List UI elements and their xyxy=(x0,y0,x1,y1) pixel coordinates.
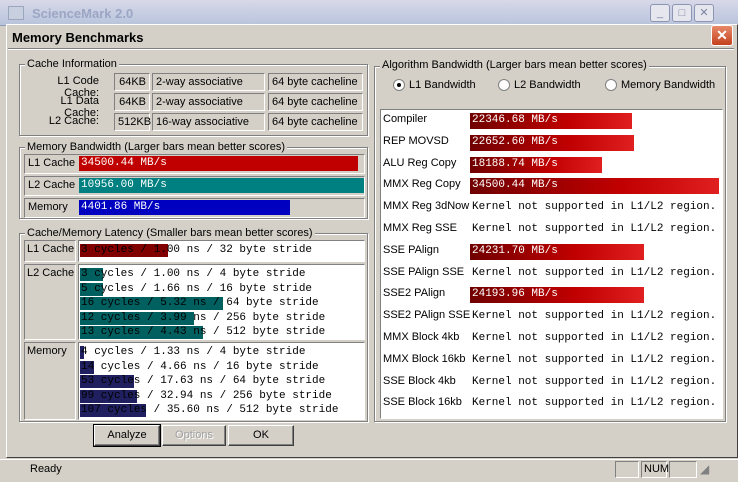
dialog-close-button[interactable]: ✕ xyxy=(711,25,733,46)
maximize-icon[interactable]: □ xyxy=(672,4,692,22)
latency-line: 107 cycles / 35.60 ns / 512 byte stride xyxy=(81,404,339,417)
cache-info-title: Cache Information xyxy=(25,58,119,70)
bandwidth-row-label: L1 Cache xyxy=(28,157,76,169)
algorithm-value: 34500.44 MB/s xyxy=(472,179,558,191)
title-divider xyxy=(8,48,734,50)
bandwidth-value: 34500.44 MB/s xyxy=(81,157,167,169)
algorithm-value: 24193.96 MB/s xyxy=(472,288,558,300)
algorithm-value: Kernel not supported in L1/L2 region. xyxy=(472,332,717,344)
status-cell-scrl xyxy=(669,461,697,478)
latency-group-label: L2 Cache xyxy=(27,267,75,279)
algorithm-row-label: MMX Reg SSE xyxy=(383,222,457,234)
algorithm-row-label: MMX Reg Copy xyxy=(383,178,461,190)
algorithm-results-panel xyxy=(380,109,723,419)
bandwidth-radio-label: L2 Bandwidth xyxy=(514,79,581,91)
algorithm-row-label: SSE Block 16kb xyxy=(383,396,462,408)
algorithm-value: Kernel not supported in L1/L2 region. xyxy=(472,267,717,279)
algorithm-row-label: Compiler xyxy=(383,113,428,125)
latency-line: 14 cycles / 4.66 ns / 16 byte stride xyxy=(81,360,319,373)
algorithm-row-label: ALU Reg Copy xyxy=(383,157,457,169)
dialog-title: Memory Benchmarks xyxy=(12,30,144,45)
algorithm-bandwidth-title: Algorithm Bandwidth (Larger bars mean be… xyxy=(380,59,649,71)
algorithm-value: 22652.60 MB/s xyxy=(472,136,558,148)
bandwidth-row-label: L2 Cache xyxy=(28,179,76,191)
latency-line: 12 cycles / 3.99 ns / 256 byte stride xyxy=(81,311,326,324)
bandwidth-value: 4401.86 MB/s xyxy=(81,201,161,213)
cache-line-field: 64 byte cacheline xyxy=(268,113,363,131)
algorithm-value: Kernel not supported in L1/L2 region. xyxy=(472,376,717,388)
status-cell-caps xyxy=(615,461,639,478)
algorithm-value: 24231.70 MB/s xyxy=(472,245,558,257)
algorithm-row-label: MMX Reg 3dNow xyxy=(383,200,470,212)
memory-bandwidth-title: Memory Bandwidth (Larger bars mean bette… xyxy=(25,141,287,153)
algorithm-row-label: REP MOVSD xyxy=(383,135,449,147)
status-cell-num: NUM xyxy=(641,461,669,478)
latency-line: 53 cycles / 17.63 ns / 64 byte stride xyxy=(81,375,326,388)
cache-assoc-field: 2-way associative xyxy=(152,93,265,111)
algorithm-row-label: SSE2 PAlign SSE xyxy=(383,309,471,321)
algorithm-value: 18188.74 MB/s xyxy=(472,158,558,170)
latency-group-label: Memory xyxy=(27,345,67,357)
analyze-button[interactable]: Analyze xyxy=(93,424,161,447)
algorithm-value: Kernel not supported in L1/L2 region. xyxy=(472,397,717,409)
algorithm-row-label: SSE2 PAlign xyxy=(383,287,446,299)
algorithm-row-label: SSE PAlign xyxy=(383,244,440,256)
algorithm-value: Kernel not supported in L1/L2 region. xyxy=(472,354,717,366)
radio-icon xyxy=(605,79,617,91)
latency-line: 3 cycles / 1.00 ns / 4 byte stride xyxy=(81,268,306,280)
algorithm-value: Kernel not supported in L1/L2 region. xyxy=(472,201,717,213)
cache-row-label: L2 Cache: xyxy=(48,115,99,127)
resize-grip-icon[interactable]: ◢ xyxy=(700,462,714,478)
latency-title: Cache/Memory Latency (Smaller bars mean … xyxy=(25,227,315,239)
cache-size-field: 64KB xyxy=(114,93,150,111)
algorithm-value: Kernel not supported in L1/L2 region. xyxy=(472,223,717,235)
bandwidth-row-label: Memory xyxy=(28,201,68,213)
cache-size-field: 64KB xyxy=(114,73,150,91)
latency-line: 13 cycles / 4.43 ns / 512 byte stride xyxy=(81,326,326,339)
latency-line: 16 cycles / 5.32 ns / 64 byte stride xyxy=(81,297,319,310)
app-icon xyxy=(8,6,24,20)
options-button[interactable]: Options xyxy=(162,425,226,446)
close-icon[interactable]: ✕ xyxy=(694,4,714,22)
bandwidth-radio-label: Memory Bandwidth xyxy=(621,79,716,91)
app-title: ScienceMark 2.0 xyxy=(32,6,134,21)
algorithm-row-label: MMX Block 4kb xyxy=(383,331,460,343)
latency-line: 3 cycles / 1.00 ns / 32 byte stride xyxy=(81,244,313,256)
close-icon: ✕ xyxy=(716,27,728,43)
ok-button[interactable]: OK xyxy=(228,425,294,446)
algorithm-row-label: MMX Block 16kb xyxy=(383,353,466,365)
radio-icon xyxy=(498,79,510,91)
latency-group-label: L1 Cache xyxy=(27,243,75,255)
cache-assoc-field: 2-way associative xyxy=(152,73,265,91)
bandwidth-value: 10956.00 MB/s xyxy=(81,179,167,191)
algorithm-value: 22346.68 MB/s xyxy=(472,114,558,126)
latency-line: 5 cycles / 1.66 ns / 16 byte stride xyxy=(81,282,313,295)
cache-line-field: 64 byte cacheline xyxy=(268,93,363,111)
latency-line: 99 cycles / 32.94 ns / 256 byte stride xyxy=(81,389,332,402)
algorithm-value: Kernel not supported in L1/L2 region. xyxy=(472,310,717,322)
bandwidth-radio-label: L1 Bandwidth xyxy=(409,79,476,91)
cache-size-field: 512KB xyxy=(114,113,151,131)
cache-assoc-field: 16-way associative xyxy=(152,113,265,131)
algorithm-row-label: SSE PAlign SSE xyxy=(383,266,465,278)
radio-icon xyxy=(393,79,405,91)
algorithm-row-label: SSE Block 4kb xyxy=(383,375,456,387)
latency-line: 4 cycles / 1.33 ns / 4 byte stride xyxy=(81,346,306,358)
status-text: Ready xyxy=(30,463,62,475)
cache-line-field: 64 byte cacheline xyxy=(268,73,363,91)
minimize-icon[interactable]: _ xyxy=(650,4,670,22)
